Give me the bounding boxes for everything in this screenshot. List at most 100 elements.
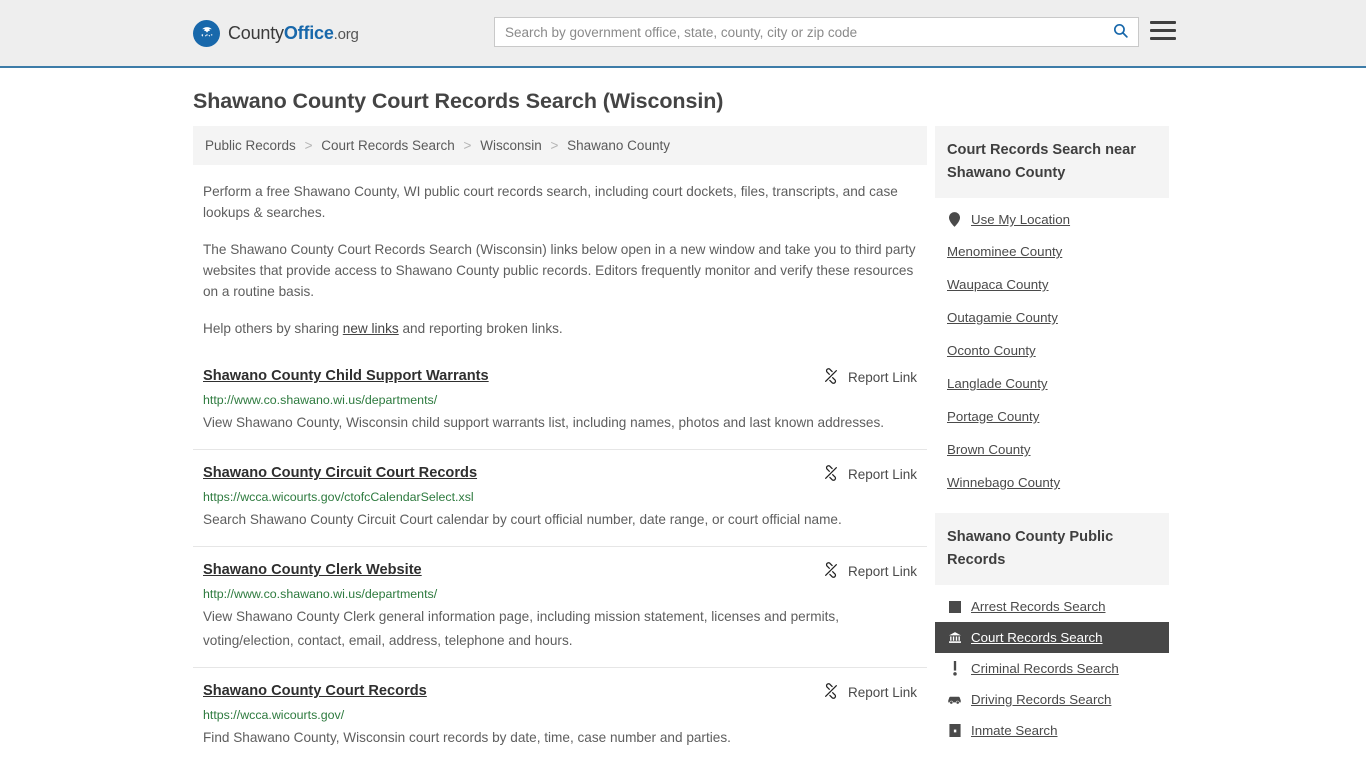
public-record-link[interactable]: Criminal Records Search: [971, 661, 1119, 676]
site-logo-text: CountyOffice.org: [228, 23, 359, 44]
breadcrumb-item-shawano-county[interactable]: Shawano County: [567, 138, 670, 153]
sidebar-item-langlade-county[interactable]: Langlade County: [935, 367, 1169, 400]
broken-link-icon: [823, 562, 839, 581]
sidebar-item-criminal-records-search[interactable]: Criminal Records Search: [935, 653, 1169, 684]
result-header: Shawano County Clerk Website Report Link: [203, 561, 917, 581]
sidebar-item-portage-county[interactable]: Portage County: [935, 400, 1169, 433]
breadcrumb-item-court-records-search[interactable]: Court Records Search: [321, 138, 455, 153]
result-item: Shawano County Child Support Warrants Re…: [193, 357, 927, 449]
report-link-button[interactable]: Report Link: [823, 465, 917, 484]
sidebar-item-use-my-location[interactable]: Use My Location: [935, 204, 1169, 235]
report-link-label: Report Link: [847, 370, 917, 385]
breadcrumb-separator: >: [304, 138, 313, 153]
sidebar-item-arrest-records-search[interactable]: Arrest Records Search: [935, 591, 1169, 622]
exclamation-icon: [947, 661, 962, 676]
county-link[interactable]: Brown County: [947, 442, 1031, 457]
intro-paragraph-1: Perform a free Shawano County, WI public…: [203, 184, 898, 220]
broken-link-icon: [823, 683, 839, 702]
result-url[interactable]: https://wcca.wicourts.gov/: [203, 707, 917, 723]
sidebar-nearby-list: Use My Location Menominee County Waupaca…: [935, 198, 1169, 503]
county-link[interactable]: Winnebago County: [947, 475, 1060, 490]
intro-paragraph-3: Help others by sharing new links and rep…: [203, 318, 917, 339]
sidebar-nearby-box: Court Records Search near Shawano County…: [935, 126, 1169, 503]
sidebar-item-menominee-county[interactable]: Menominee County: [935, 235, 1169, 268]
result-header: Shawano County Circuit Court Records Rep…: [203, 464, 917, 484]
logo-text-tld: .org: [333, 25, 359, 43]
breadcrumb-item-wisconsin[interactable]: Wisconsin: [480, 138, 542, 153]
broken-link-icon: [823, 368, 839, 387]
county-link[interactable]: Portage County: [947, 409, 1039, 424]
result-item: Shawano County Clerk Website Report Link…: [193, 546, 927, 667]
report-link-label: Report Link: [847, 564, 917, 579]
result-url[interactable]: https://wcca.wicourts.gov/ctofcCalendarS…: [203, 489, 917, 505]
breadcrumb: Public Records > Court Records Search > …: [193, 126, 927, 165]
sidebar-item-court-records-search[interactable]: Court Records Search: [935, 622, 1169, 653]
report-link-button[interactable]: Report Link: [823, 562, 917, 581]
result-item: Shawano County Court Records Report Link…: [193, 667, 927, 764]
result-header: Shawano County Child Support Warrants Re…: [203, 367, 917, 387]
result-title[interactable]: Shawano County Child Support Warrants: [203, 367, 489, 385]
sidebar-public-records-list: Arrest Records Search Court Records Sear…: [935, 585, 1169, 750]
hamburger-bar: [1150, 37, 1176, 40]
logo-text-office: Office: [283, 22, 334, 43]
sidebar-item-brown-county[interactable]: Brown County: [935, 433, 1169, 466]
content-container: Shawano County Court Records Search (Wis…: [193, 89, 1173, 764]
report-link-button[interactable]: Report Link: [823, 683, 917, 702]
result-title[interactable]: Shawano County Circuit Court Records: [203, 464, 477, 482]
county-link[interactable]: Menominee County: [947, 244, 1062, 259]
public-record-link[interactable]: Court Records Search: [971, 630, 1103, 645]
car-icon: [947, 694, 962, 705]
county-link[interactable]: Langlade County: [947, 376, 1048, 391]
search-button[interactable]: [1102, 18, 1138, 46]
result-url[interactable]: http://www.co.shawano.wi.us/departments/: [203, 392, 917, 408]
intro-paragraph-2: The Shawano County Court Records Search …: [203, 242, 916, 299]
sidebar-item-winnebago-county[interactable]: Winnebago County: [935, 466, 1169, 499]
sidebar-item-outagamie-county[interactable]: Outagamie County: [935, 301, 1169, 334]
new-links-link[interactable]: new links: [343, 321, 399, 336]
map-pin-icon: [947, 212, 962, 227]
search-input[interactable]: [495, 18, 1102, 46]
search-bar: [494, 17, 1139, 47]
breadcrumb-separator: >: [550, 138, 559, 153]
use-my-location-link[interactable]: Use My Location: [971, 212, 1070, 227]
sidebar-public-records-box: Shawano County Public Records Arrest Rec…: [935, 513, 1169, 750]
main-column: Public Records > Court Records Search > …: [193, 126, 927, 764]
intro-section: Perform a free Shawano County, WI public…: [193, 181, 927, 339]
public-record-link[interactable]: Arrest Records Search: [971, 599, 1106, 614]
sidebar-item-oconto-county[interactable]: Oconto County: [935, 334, 1169, 367]
result-description: Find Shawano County, Wisconsin court rec…: [203, 730, 731, 745]
site-logo[interactable]: CountyOffice.org: [193, 19, 359, 47]
search-icon: [1112, 22, 1129, 42]
result-header: Shawano County Court Records Report Link: [203, 682, 917, 702]
jail-door-icon: [947, 724, 962, 737]
county-link[interactable]: Oconto County: [947, 343, 1036, 358]
report-link-button[interactable]: Report Link: [823, 368, 917, 387]
page-title: Shawano County Court Records Search (Wis…: [193, 89, 724, 113]
breadcrumb-item-public-records[interactable]: Public Records: [205, 138, 296, 153]
hamburger-menu-icon[interactable]: [1150, 21, 1176, 40]
sidebar-public-records-heading: Shawano County Public Records: [935, 513, 1169, 585]
hamburger-bar: [1150, 21, 1176, 24]
square-badge-icon: [947, 600, 962, 613]
breadcrumb-separator: >: [463, 138, 472, 153]
result-title[interactable]: Shawano County Clerk Website: [203, 561, 422, 579]
result-title[interactable]: Shawano County Court Records: [203, 682, 427, 700]
sidebar-nearby-heading: Court Records Search near Shawano County: [935, 126, 1169, 198]
county-link[interactable]: Outagamie County: [947, 310, 1058, 325]
intro-p3-before: Help others by sharing: [203, 321, 343, 336]
broken-link-icon: [823, 465, 839, 484]
result-description: Search Shawano County Circuit Court cale…: [203, 512, 842, 527]
public-record-link[interactable]: Driving Records Search: [971, 692, 1111, 707]
result-description: View Shawano County, Wisconsin child sup…: [203, 415, 885, 430]
county-link[interactable]: Waupaca County: [947, 277, 1049, 292]
sidebar-item-waupaca-county[interactable]: Waupaca County: [935, 268, 1169, 301]
sidebar-item-driving-records-search[interactable]: Driving Records Search: [935, 684, 1169, 715]
sidebar-item-inmate-search[interactable]: Inmate Search: [935, 715, 1169, 746]
report-link-label: Report Link: [847, 467, 917, 482]
intro-p3-after: and reporting broken links.: [398, 321, 563, 336]
courthouse-icon: [947, 631, 962, 644]
hamburger-bar: [1150, 29, 1176, 32]
result-description: View Shawano County Clerk general inform…: [203, 609, 839, 648]
public-record-link[interactable]: Inmate Search: [971, 723, 1057, 738]
result-url[interactable]: http://www.co.shawano.wi.us/departments/: [203, 586, 917, 602]
